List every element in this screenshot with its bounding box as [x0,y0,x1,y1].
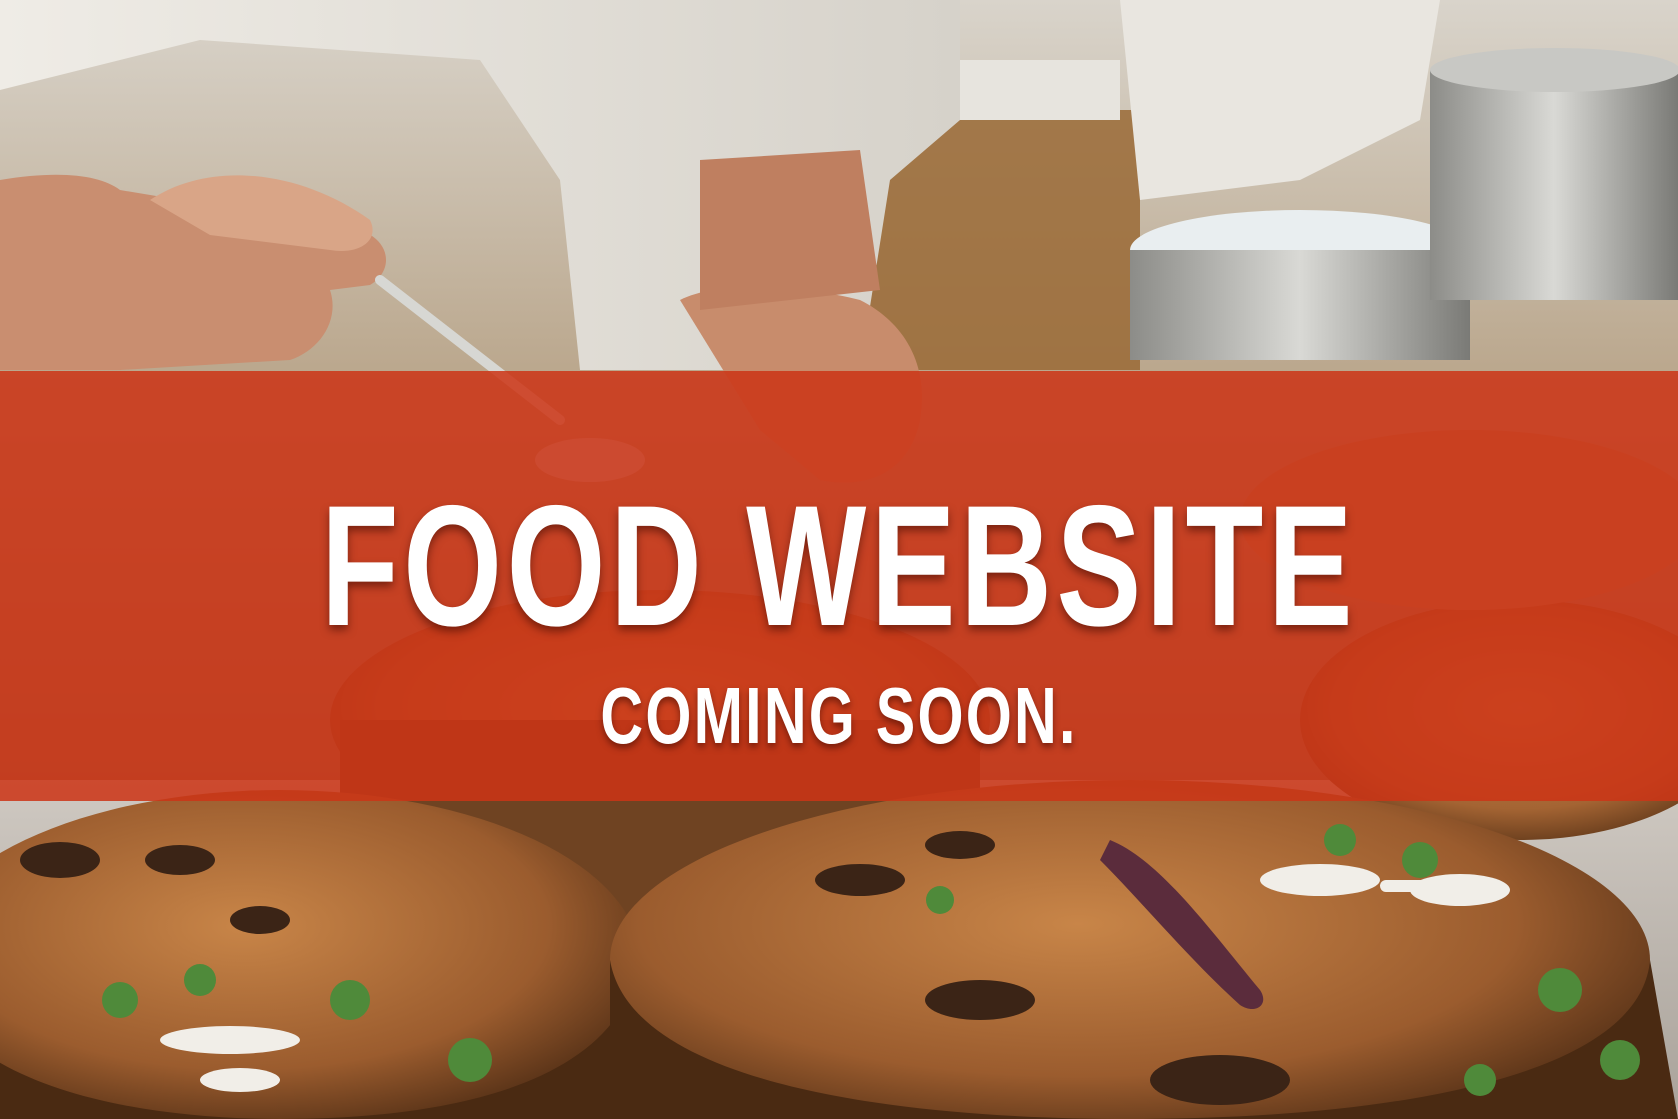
title-banner: FOOD WEBSITE COMING SOON. [0,371,1678,801]
page-title: FOOD WEBSITE [320,470,1358,662]
coming-soon-page: FOOD WEBSITE COMING SOON. [0,0,1678,1119]
page-subtitle: COMING SOON. [600,671,1078,760]
